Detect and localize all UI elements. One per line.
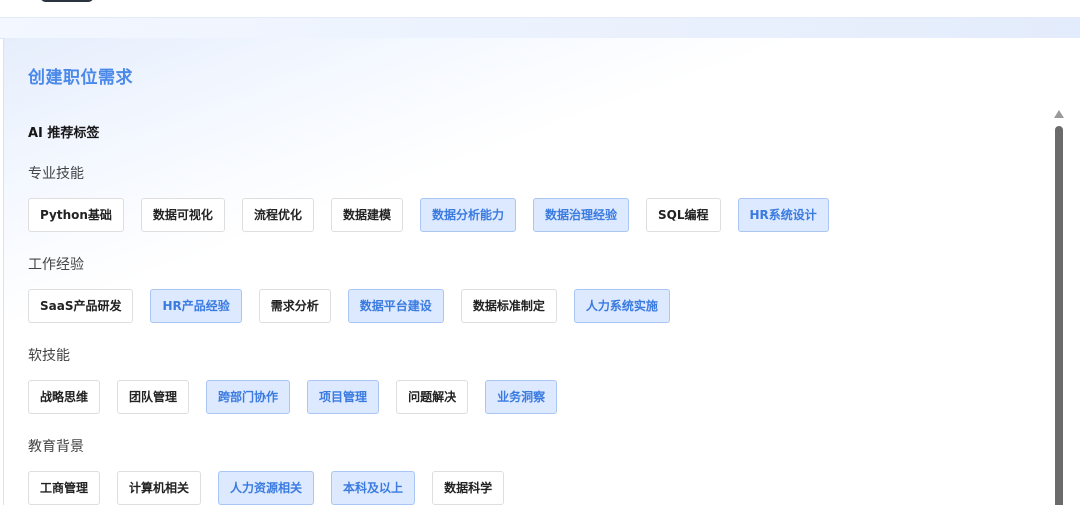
tag-chip[interactable]: 数据可视化 [140, 198, 225, 232]
chevron-up-icon[interactable] [1054, 110, 1064, 118]
tag-list: 战略思维 团队管理 跨部门协作 项目管理 问题解决 业务洞察 [28, 380, 574, 414]
tag-chip[interactable]: 团队管理 [117, 380, 190, 414]
tag-chip[interactable]: 人力系统实施 [573, 289, 670, 323]
tag-group-professional-skills: 专业技能 Python基础 数据可视化 流程优化 数据建模 数据分析能力 数据治理经验 SQ… [28, 164, 846, 232]
tag-chip[interactable]: 数据科学 [432, 471, 505, 505]
tag-group-soft-skills: 软技能 战略思维 团队管理 跨部门协作 项目管理 问题解决 业务洞察 [28, 346, 574, 414]
group-label: 工作经验 [28, 257, 84, 273]
tag-chip[interactable]: 战略思维 [28, 380, 101, 414]
tag-chip[interactable]: Python基础 [28, 198, 124, 232]
tag-chip[interactable]: 工商管理 [28, 471, 101, 505]
ai-tags-title: AI 推荐标签 [28, 126, 100, 141]
tag-chip[interactable]: SaaS产品研发 [28, 289, 134, 323]
tag-chip[interactable]: 本科及以上 [331, 471, 416, 505]
tag-chip[interactable]: 需求分析 [258, 289, 331, 323]
tag-chip[interactable]: SQL编程 [646, 198, 721, 232]
tag-list: 工商管理 计算机相关 人力资源相关 本科及以上 数据科学 [28, 471, 521, 505]
tag-list: Python基础 数据可视化 流程优化 数据建模 数据分析能力 数据治理经验 SQL编程 HR… [28, 198, 846, 232]
group-label: 软技能 [28, 348, 70, 364]
tag-group-work-experience: 工作经验 SaaS产品研发 HR产品经验 需求分析 数据平台建设 数据标准制定 人力系统实… [28, 255, 687, 323]
scrollbar-thumb[interactable] [1055, 126, 1063, 505]
tag-chip[interactable]: 数据建模 [330, 198, 403, 232]
header-bar [0, 17, 1080, 39]
vertical-scrollbar[interactable] [1053, 110, 1065, 505]
tag-chip[interactable]: 数据平台建设 [347, 289, 444, 323]
tag-chip[interactable]: 计算机相关 [117, 471, 202, 505]
tag-chip[interactable]: 业务洞察 [485, 380, 558, 414]
create-job-panel: 创建职位需求 AI 推荐标签 专业技能 Python基础 数据可视化 流程优化 数据建… [3, 38, 1080, 505]
tag-chip[interactable]: 问题解决 [396, 380, 469, 414]
panel-title: 创建职位需求 [28, 68, 133, 88]
tag-chip[interactable]: HR系统设计 [737, 198, 829, 232]
tag-chip[interactable]: 数据标准制定 [460, 289, 557, 323]
tag-content: AI 推荐标签 专业技能 Python基础 数据可视化 流程优化 数据建模 数据分析能力… [28, 125, 1041, 505]
tag-chip[interactable]: 数据分析能力 [419, 198, 516, 232]
app-logo [40, 0, 94, 2]
tag-chip[interactable]: 数据治理经验 [532, 198, 629, 232]
tag-group-education: 教育背景 工商管理 计算机相关 人力资源相关 本科及以上 数据科学 [28, 437, 521, 505]
tag-chip[interactable]: HR产品经验 [150, 289, 242, 323]
tag-list: SaaS产品研发 HR产品经验 需求分析 数据平台建设 数据标准制定 人力系统实施 [28, 289, 687, 323]
tag-chip[interactable]: 项目管理 [307, 380, 380, 414]
tag-chip[interactable]: 人力资源相关 [218, 471, 315, 505]
tag-chip[interactable]: 流程优化 [241, 198, 314, 232]
group-label: 教育背景 [28, 439, 84, 455]
group-label: 专业技能 [28, 166, 84, 182]
tag-chip[interactable]: 跨部门协作 [206, 380, 291, 414]
